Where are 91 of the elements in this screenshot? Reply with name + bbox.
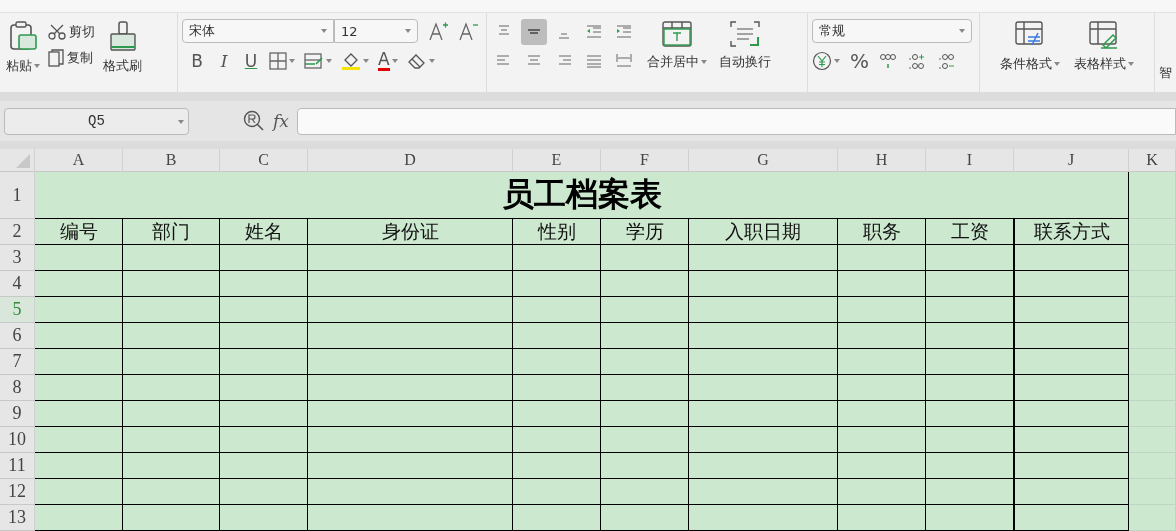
currency-button[interactable]: [812, 51, 840, 71]
number-format-dropdown[interactable]: 常规: [812, 19, 972, 43]
paintbrush-icon[interactable]: [108, 21, 137, 51]
row-header[interactable]: 4: [0, 271, 35, 297]
caret-icon[interactable]: [1128, 62, 1134, 66]
merge-center-button[interactable]: 合并居中: [645, 19, 709, 73]
caret-icon[interactable]: [1054, 62, 1060, 66]
column-header[interactable]: D: [308, 149, 513, 172]
caret-icon[interactable]: [428, 59, 435, 63]
thousands-separator-icon[interactable]: [879, 51, 897, 71]
italic-button[interactable]: I: [215, 51, 233, 71]
fill-color-button[interactable]: [341, 51, 369, 71]
row-header[interactable]: 7: [0, 349, 35, 375]
column-header[interactable]: H: [838, 149, 926, 172]
cell-style-button[interactable]: [304, 52, 332, 70]
name-box[interactable]: Q5: [4, 107, 189, 135]
row-header[interactable]: 2: [0, 219, 35, 245]
table-header-cell: 身份证: [308, 219, 513, 245]
row-header[interactable]: 3: [0, 245, 35, 271]
caret-icon[interactable]: [34, 64, 40, 68]
column-header[interactable]: C: [220, 149, 308, 172]
zoom-magnifier-icon[interactable]: [243, 110, 265, 132]
cut-button[interactable]: 剪切: [48, 23, 95, 41]
table-header-cell: 性别: [513, 219, 601, 245]
scissors-icon[interactable]: [48, 24, 66, 40]
table-pen-icon[interactable]: [1089, 21, 1119, 49]
table-header-cell: 职务: [838, 219, 926, 245]
row-header[interactable]: 6: [0, 323, 35, 349]
table-header-cell: 入职日期: [689, 219, 838, 245]
table-header-cell: 编号: [35, 219, 123, 245]
wrap-text-icon[interactable]: [730, 21, 760, 47]
caret-icon[interactable]: [391, 59, 398, 63]
increase-decimal-icon[interactable]: [907, 51, 927, 71]
yen-circle-icon[interactable]: [812, 51, 832, 71]
caret-icon[interactable]: [321, 29, 327, 33]
percent-button[interactable]: %: [850, 49, 869, 73]
column-header[interactable]: A: [35, 149, 123, 172]
font-grow-icon[interactable]: [428, 21, 448, 41]
column-header[interactable]: F: [601, 149, 689, 172]
table-header-cell: 联系方式: [1014, 219, 1129, 245]
row-header[interactable]: 12: [0, 479, 35, 505]
format-painter-button[interactable]: 格式刷: [101, 19, 144, 77]
sheet-title: 员工档案表: [35, 172, 1129, 219]
decrease-decimal-icon[interactable]: [937, 51, 957, 71]
column-header[interactable]: G: [689, 149, 838, 172]
formula-input-field[interactable]: [296, 107, 1176, 135]
row-header[interactable]: 11: [0, 453, 35, 479]
font-name-dropdown[interactable]: 宋体: [182, 19, 334, 43]
table-header-cell: 工资: [926, 219, 1014, 245]
function-button[interactable]: fx: [273, 111, 289, 131]
conditional-format-button[interactable]: 条件格式: [998, 19, 1062, 75]
caret-icon[interactable]: [289, 59, 295, 63]
column-header[interactable]: J: [1014, 149, 1129, 172]
copy-icon[interactable]: [48, 49, 64, 67]
table-header-cell: 学历: [601, 219, 689, 245]
font-size-dropdown[interactable]: 12: [334, 19, 418, 43]
paste-button[interactable]: 粘贴: [4, 19, 42, 77]
toolbar-label[interactable]: 智: [1159, 64, 1172, 82]
clear-button[interactable]: [406, 52, 435, 70]
caret-icon[interactable]: [326, 59, 332, 63]
column-header[interactable]: K: [1129, 149, 1176, 172]
merge-cells-icon[interactable]: [662, 21, 692, 47]
clipboard-icon[interactable]: [8, 21, 38, 51]
row-header[interactable]: 9: [0, 401, 35, 427]
table-header-cell: 部门: [123, 219, 220, 245]
table-header-cell: 姓名: [220, 219, 308, 245]
caret-icon[interactable]: [701, 60, 707, 64]
column-header[interactable]: E: [513, 149, 601, 172]
column-header[interactable]: B: [123, 149, 220, 172]
underline-button[interactable]: U: [242, 51, 260, 71]
font-shrink-icon[interactable]: [458, 21, 478, 41]
caret-icon[interactable]: [363, 59, 369, 63]
borders-button[interactable]: [269, 52, 295, 70]
paint-bucket-icon[interactable]: [341, 51, 361, 71]
table-pen-icon[interactable]: [304, 52, 324, 70]
bold-button[interactable]: B: [188, 51, 206, 71]
caret-icon[interactable]: [405, 29, 411, 33]
eraser-icon[interactable]: [406, 52, 427, 70]
copy-button[interactable]: 复制: [48, 49, 95, 67]
wrap-text-button[interactable]: 自动换行: [717, 19, 773, 73]
grid-icon[interactable]: [269, 52, 287, 70]
row-header[interactable]: 10: [0, 427, 35, 453]
row-header[interactable]: 8: [0, 375, 35, 401]
table-style-button[interactable]: 表格样式: [1072, 19, 1136, 75]
caret-icon[interactable]: [178, 119, 184, 124]
row-header[interactable]: 13: [0, 505, 35, 531]
caret-icon[interactable]: [959, 29, 965, 33]
caret-icon[interactable]: [834, 59, 840, 63]
font-color-button[interactable]: A: [378, 51, 398, 71]
column-header[interactable]: I: [926, 149, 1014, 172]
row-header[interactable]: 1: [0, 172, 35, 219]
